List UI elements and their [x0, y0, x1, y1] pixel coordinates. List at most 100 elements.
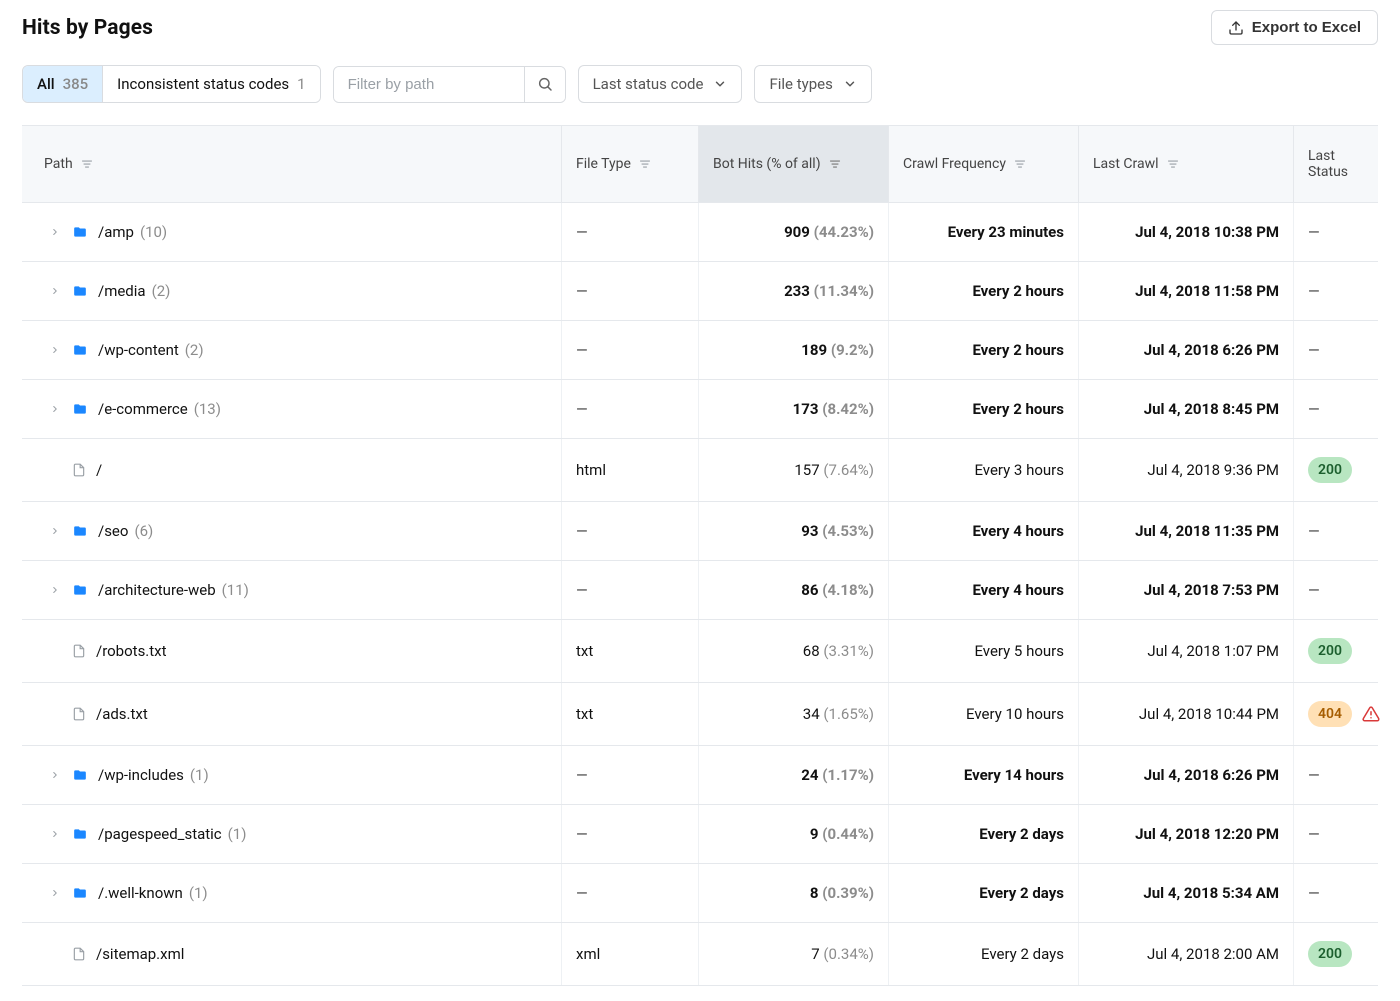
- table-row[interactable]: /architecture-web(11)—86 (4.18%)Every 4 …: [22, 561, 1378, 620]
- folder-icon: [72, 284, 88, 298]
- chevron-right-icon[interactable]: [48, 526, 62, 536]
- cell-path[interactable]: /amp(10): [22, 203, 562, 261]
- crawl-frequency-text: Every 3 hours: [974, 461, 1064, 479]
- cell-path[interactable]: /e-commerce(13): [22, 380, 562, 438]
- folder-icon: [72, 225, 88, 239]
- cell-path[interactable]: /sitemap.xml: [22, 923, 562, 985]
- cell-crawl-frequency: Every 2 days: [889, 805, 1079, 863]
- chevron-right-icon[interactable]: [48, 829, 62, 839]
- folder-icon: [72, 343, 88, 357]
- table-row[interactable]: /html157 (7.64%)Every 3 hoursJul 4, 2018…: [22, 439, 1378, 502]
- filetype-text: —: [576, 223, 588, 241]
- table-row[interactable]: /wp-content(2)—189 (9.2%)Every 2 hoursJu…: [22, 321, 1378, 380]
- last-crawl-text: Jul 4, 2018 5:34 AM: [1143, 884, 1279, 902]
- cell-status: —: [1294, 502, 1378, 560]
- cell-last-crawl: Jul 4, 2018 11:58 PM: [1079, 262, 1294, 320]
- table-row[interactable]: /robots.txttxt68 (3.31%)Every 5 hoursJul…: [22, 620, 1378, 683]
- path-text: /architecture-web: [98, 581, 216, 599]
- sort-icon: [829, 158, 841, 170]
- hits-number: 34: [803, 705, 820, 723]
- cell-path[interactable]: /ads.txt: [22, 683, 562, 745]
- crawl-frequency-text: Every 2 hours: [972, 282, 1064, 300]
- cell-path[interactable]: /robots.txt: [22, 620, 562, 682]
- cell-path[interactable]: /pagespeed_static(1): [22, 805, 562, 863]
- table-row[interactable]: /.well-known(1)—8 (0.39%)Every 2 daysJul…: [22, 864, 1378, 923]
- crawl-frequency-text: Every 2 days: [979, 825, 1064, 843]
- status-dash: —: [1308, 522, 1320, 540]
- hits-percent: (11.34%): [814, 282, 874, 300]
- sort-icon: [1014, 158, 1026, 170]
- cell-path[interactable]: /wp-includes(1): [22, 746, 562, 804]
- chevron-right-icon[interactable]: [48, 345, 62, 355]
- filetype-text: —: [576, 522, 588, 540]
- cell-path[interactable]: /architecture-web(11): [22, 561, 562, 619]
- cell-path[interactable]: /media(2): [22, 262, 562, 320]
- chevron-right-icon[interactable]: [48, 227, 62, 237]
- filetype-text: —: [576, 825, 588, 843]
- table-row[interactable]: /seo(6)—93 (4.53%)Every 4 hoursJul 4, 20…: [22, 502, 1378, 561]
- cell-bot-hits: 9 (0.44%): [699, 805, 889, 863]
- filter-path-input[interactable]: [334, 67, 524, 102]
- filter-path-search-button[interactable]: [524, 67, 565, 102]
- dropdown-status-code[interactable]: Last status code: [578, 65, 743, 103]
- last-crawl-text: Jul 4, 2018 12:20 PM: [1135, 825, 1279, 843]
- hits-number: 9: [810, 825, 819, 843]
- col-filetype[interactable]: File Type: [562, 126, 699, 202]
- chevron-right-icon[interactable]: [48, 770, 62, 780]
- dropdown-file-types[interactable]: File types: [754, 65, 871, 103]
- col-path[interactable]: Path: [22, 126, 562, 202]
- filetype-text: txt: [576, 642, 593, 660]
- chevron-right-icon[interactable]: [48, 585, 62, 595]
- hits-number: 8: [810, 884, 819, 902]
- tab-inconsistent-label: Inconsistent status codes: [117, 75, 289, 93]
- last-crawl-text: Jul 4, 2018 2:00 AM: [1147, 945, 1279, 963]
- cell-crawl-frequency: Every 2 hours: [889, 262, 1079, 320]
- cell-bot-hits: 24 (1.17%): [699, 746, 889, 804]
- col-last-crawl[interactable]: Last Crawl: [1079, 126, 1294, 202]
- file-icon: [72, 462, 86, 478]
- table-row[interactable]: /ads.txttxt34 (1.65%)Every 10 hoursJul 4…: [22, 683, 1378, 746]
- tab-all[interactable]: All 385: [23, 66, 103, 102]
- path-count: (1): [190, 766, 209, 784]
- table-row[interactable]: /amp(10)—909 (44.23%)Every 23 minutesJul…: [22, 203, 1378, 262]
- tab-inconsistent[interactable]: Inconsistent status codes 1: [103, 66, 319, 102]
- status-badge: 404: [1308, 701, 1352, 727]
- col-bot-hits[interactable]: Bot Hits (% of all): [699, 126, 889, 202]
- cell-path[interactable]: /: [22, 439, 562, 501]
- cell-filetype: —: [562, 262, 699, 320]
- status-dash: —: [1308, 581, 1320, 599]
- cell-bot-hits: 7 (0.34%): [699, 923, 889, 985]
- table-row[interactable]: /wp-includes(1)—24 (1.17%)Every 14 hours…: [22, 746, 1378, 805]
- cell-path[interactable]: /wp-content(2): [22, 321, 562, 379]
- cell-last-crawl: Jul 4, 2018 2:00 AM: [1079, 923, 1294, 985]
- chevron-right-icon[interactable]: [48, 286, 62, 296]
- hits-percent: (1.17%): [822, 766, 874, 784]
- table-row[interactable]: /e-commerce(13)—173 (8.42%)Every 2 hours…: [22, 380, 1378, 439]
- table-row[interactable]: /pagespeed_static(1) — 9 (0.44%) Every 2 da…: [22, 805, 1378, 864]
- cell-bot-hits: 68 (3.31%): [699, 620, 889, 682]
- cell-path[interactable]: /.well-known(1): [22, 864, 562, 922]
- cell-path[interactable]: /seo(6): [22, 502, 562, 560]
- col-crawl-freq[interactable]: Crawl Frequency: [889, 126, 1079, 202]
- chevron-right-icon[interactable]: [48, 888, 62, 898]
- cell-filetype: txt: [562, 620, 699, 682]
- cell-last-crawl: Jul 4, 2018 10:44 PM: [1079, 683, 1294, 745]
- cell-status: —: [1294, 864, 1378, 922]
- status-dash: —: [1308, 825, 1320, 843]
- cell-status: —: [1294, 321, 1378, 379]
- export-excel-button[interactable]: Export to Excel: [1211, 10, 1378, 45]
- cell-last-crawl: Jul 4, 2018 12:20 PM: [1079, 805, 1294, 863]
- filter-path-wrap: [333, 66, 566, 103]
- col-last-status[interactable]: Last Status: [1294, 126, 1378, 202]
- cell-last-crawl: Jul 4, 2018 6:26 PM: [1079, 321, 1294, 379]
- cell-status: —: [1294, 805, 1378, 863]
- table-row[interactable]: /media(2)—233 (11.34%)Every 2 hoursJul 4…: [22, 262, 1378, 321]
- cell-last-crawl: Jul 4, 2018 1:07 PM: [1079, 620, 1294, 682]
- cell-filetype: —: [562, 502, 699, 560]
- table-row[interactable]: /sitemap.xmlxml7 (0.34%)Every 2 daysJul …: [22, 923, 1378, 986]
- crawl-frequency-text: Every 4 hours: [972, 522, 1064, 540]
- chevron-right-icon[interactable]: [48, 404, 62, 414]
- cell-bot-hits: 173 (8.42%): [699, 380, 889, 438]
- file-icon: [72, 706, 86, 722]
- dropdown-file-types-label: File types: [769, 75, 832, 93]
